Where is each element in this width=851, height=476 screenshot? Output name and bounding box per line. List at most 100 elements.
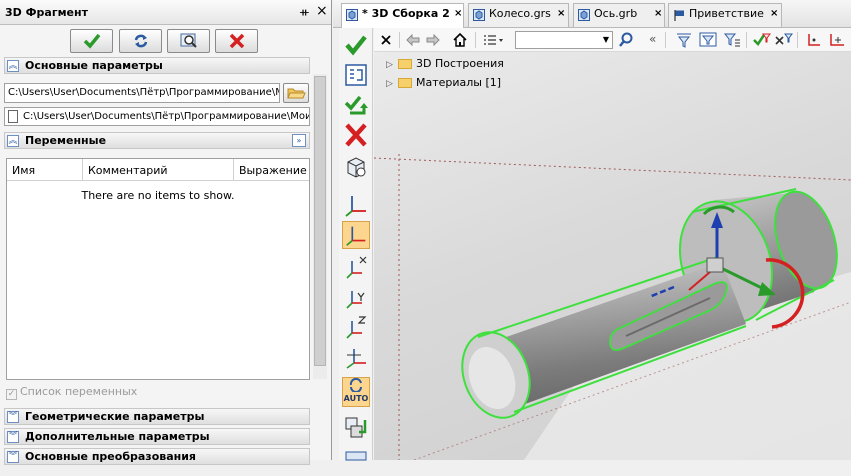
panel-scrollbar[interactable]: [313, 74, 327, 379]
folder-icon: [398, 78, 412, 88]
insert-icon: [345, 417, 367, 438]
checkbox-checked-icon: ✓: [6, 389, 17, 400]
expand-icon[interactable]: »: [292, 134, 306, 147]
construction-line: [374, 157, 851, 181]
coordinate-axes-icon: [345, 196, 366, 217]
orient-button[interactable]: [342, 343, 370, 371]
column-divider[interactable]: [82, 159, 83, 181]
vertical-toolbar: AUTO: [339, 28, 373, 461]
close-icon[interactable]: ×: [316, 3, 328, 19]
preview-button[interactable]: [167, 29, 210, 53]
tree-expand-icon[interactable]: ▷: [386, 57, 393, 73]
document-path-field[interactable]: C:\Users\User\Documents\Пётр\Программиро…: [4, 107, 310, 126]
cube-icon: [347, 157, 366, 178]
axis-y-icon: [346, 291, 365, 309]
variables-list-checkbox[interactable]: ✓ Список переменных: [6, 385, 137, 400]
panel-title: 3D Фрагмент: [5, 6, 88, 19]
axis-grid-icon[interactable]: [826, 31, 848, 49]
axis-marker-icon[interactable]: [803, 31, 823, 49]
close-tab-icon[interactable]: ×: [557, 4, 565, 24]
folder-icon: [398, 59, 412, 69]
parameters-button[interactable]: [342, 61, 370, 89]
section-additional-params[interactable]: ︾ Дополнительные параметры: [4, 428, 310, 445]
section-basic-transforms[interactable]: ︾ Основные преобразования: [4, 448, 310, 465]
more-tools-button[interactable]: [342, 448, 370, 476]
parameters-icon: [345, 64, 367, 86]
forward-arrow-icon[interactable]: [425, 33, 441, 47]
close-tab-icon[interactable]: ×: [454, 4, 462, 24]
column-divider[interactable]: [233, 159, 234, 181]
list-view-icon[interactable]: [482, 33, 506, 47]
browse-button[interactable]: [283, 83, 309, 103]
cross-icon: [229, 33, 245, 49]
tab-welcome[interactable]: Приветствие ×: [668, 3, 782, 27]
tab-wheel[interactable]: Колесо.grs ×: [468, 3, 569, 27]
cancel-tool-button[interactable]: [342, 121, 370, 149]
section-basic-params[interactable]: ︽ Основные параметры: [4, 57, 310, 74]
confirm-tool-button[interactable]: [342, 31, 370, 59]
home-icon[interactable]: [452, 32, 468, 48]
checkbox-label: Список переменных: [20, 385, 138, 398]
axis-y-button[interactable]: [342, 283, 370, 311]
chevron-down-icon: ▼: [602, 35, 609, 44]
auto-button[interactable]: AUTO: [342, 377, 370, 407]
axis-x-button[interactable]: [342, 253, 370, 281]
file-path-input[interactable]: C:\Users\User\Documents\Пётр\Программиро…: [4, 83, 280, 103]
toolbar-separator: [399, 32, 400, 48]
tab-3d-assembly[interactable]: * 3D Сборка 2 ×: [341, 3, 464, 28]
check-filter-icon[interactable]: [751, 31, 771, 49]
close-icon[interactable]: [379, 33, 393, 47]
filter-combobox[interactable]: ▼: [515, 31, 613, 49]
tab-label: * 3D Сборка 2: [362, 7, 450, 20]
properties-panel: 3D Фрагмент ᚑ × ︽ Основные параметры C:\…: [0, 0, 332, 465]
column-header-comment[interactable]: Комментарий: [88, 164, 168, 177]
scene-canvas[interactable]: [374, 52, 851, 460]
insert-button[interactable]: [342, 414, 370, 442]
cross-filter-icon[interactable]: [773, 31, 793, 49]
double-chevron-left-icon[interactable]: «: [649, 32, 656, 46]
back-arrow-icon[interactable]: [405, 33, 421, 47]
filter-list-icon[interactable]: [723, 32, 741, 48]
filter-icon[interactable]: [675, 32, 693, 48]
toolbar-separator: [665, 32, 666, 48]
tab-axle[interactable]: Ось.grb ×: [573, 3, 665, 27]
search-icon[interactable]: [618, 32, 634, 48]
toolbar-separator: [475, 32, 476, 48]
tab-label: Колесо.grs: [489, 7, 551, 20]
expand-icon: ︾: [7, 411, 19, 423]
tree-item-3d-constructions[interactable]: ▷ 3D Построения: [384, 56, 504, 75]
section-geometric-params[interactable]: ︾ Геометрические параметры: [4, 408, 310, 425]
3d-viewport[interactable]: ▷ 3D Построения ▷ Материалы [1]: [374, 52, 851, 460]
cancel-button[interactable]: [215, 29, 258, 53]
ok-button[interactable]: [70, 29, 113, 53]
collapse-icon: ︽: [7, 135, 19, 147]
part-doc-icon: [578, 9, 590, 21]
apply-continue-button[interactable]: [342, 91, 370, 119]
empty-message: There are no items to show.: [81, 189, 235, 202]
tree-item-materials[interactable]: ▷ Материалы [1]: [384, 75, 504, 94]
folder-open-icon: [287, 88, 306, 99]
refresh-button[interactable]: [119, 29, 162, 53]
close-tab-icon[interactable]: ×: [770, 4, 778, 24]
view-cube-button[interactable]: [342, 153, 370, 181]
check-arrow-icon: [344, 95, 368, 115]
checkmark-icon: [345, 35, 367, 56]
column-header-expression[interactable]: Выражение: [239, 164, 307, 177]
variables-table: Имя Комментарий Выражение There are no i…: [6, 158, 310, 380]
document-tabs: * 3D Сборка 2 × Колесо.grs × Ось.grb × П…: [333, 0, 851, 28]
model-tree: ▷ 3D Построения ▷ Материалы [1]: [384, 56, 504, 94]
document-path-text: C:\Users\User\Documents\Пётр\Программиро…: [23, 111, 310, 122]
scrollbar-thumb[interactable]: [314, 76, 326, 366]
table-header: Имя Комментарий Выражение: [7, 159, 309, 181]
cross-icon: [345, 123, 367, 147]
axis-z-button[interactable]: [342, 313, 370, 341]
close-tab-icon[interactable]: ×: [654, 4, 662, 24]
axes-button[interactable]: [342, 191, 370, 219]
section-variables[interactable]: ︽ Переменные: [4, 132, 310, 149]
tree-expand-icon[interactable]: ▷: [386, 76, 393, 92]
filter-edit-icon[interactable]: [699, 32, 717, 48]
column-header-name[interactable]: Имя: [12, 164, 35, 177]
pin-icon[interactable]: ᚑ: [300, 5, 309, 19]
axes-selected-button[interactable]: [342, 221, 370, 249]
section-label: Переменные: [25, 134, 107, 147]
